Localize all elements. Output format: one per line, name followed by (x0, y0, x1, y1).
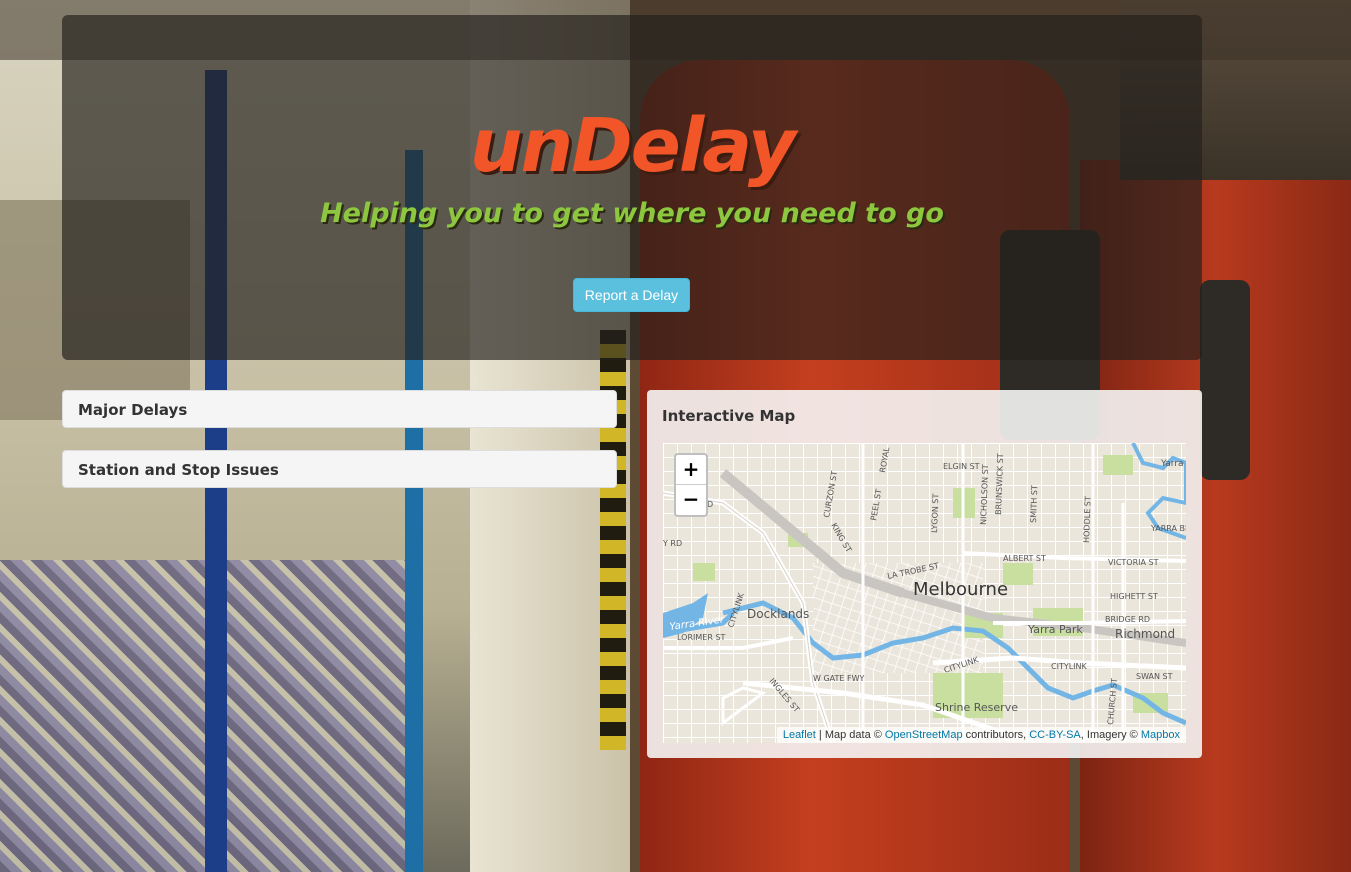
svg-text:VICTORIA ST: VICTORIA ST (1108, 558, 1159, 567)
map-title: Interactive Map (662, 407, 796, 425)
svg-text:CITYLINK: CITYLINK (1051, 662, 1088, 671)
zoom-out-button[interactable]: − (676, 485, 706, 514)
svg-text:HODDLE ST: HODDLE ST (1082, 496, 1093, 543)
svg-text:Docklands: Docklands (747, 607, 809, 621)
map-canvas[interactable]: Melbourne Docklands Yarra Park Richmond … (663, 443, 1186, 743)
zoom-in-button[interactable]: + (676, 455, 706, 485)
map-attribution: Leaflet | Map data © OpenStreetMap contr… (776, 727, 1186, 743)
page-content: unDelay Helping you to get where you nee… (0, 0, 1351, 872)
svg-text:LYGON ST: LYGON ST (930, 493, 940, 533)
license-link[interactable]: CC-BY-SA (1029, 729, 1081, 741)
svg-text:Yarra: Yarra (1160, 459, 1184, 469)
leaflet-link[interactable]: Leaflet (783, 729, 816, 741)
mapbox-link[interactable]: Mapbox (1141, 729, 1180, 741)
svg-text:YARRA BLVD: YARRA BLVD (1150, 524, 1186, 533)
brand-title: unDelay (469, 103, 796, 189)
svg-text:Shrine Reserve: Shrine Reserve (935, 701, 1018, 714)
svg-text:W GATE FWY: W GATE FWY (813, 674, 865, 683)
svg-text:ELGIN ST: ELGIN ST (943, 462, 980, 471)
svg-text:BRIDGE RD: BRIDGE RD (1105, 615, 1150, 624)
major-delays-title: Major Delays (78, 401, 188, 419)
svg-text:LORIMER ST: LORIMER ST (677, 633, 726, 642)
zoom-control: + − (674, 453, 708, 517)
station-issues-panel[interactable]: Station and Stop Issues (62, 450, 617, 488)
tagline: Helping you to get where you need to go (320, 198, 944, 229)
svg-text:SWAN ST: SWAN ST (1136, 672, 1173, 681)
svg-text:HIGHETT ST: HIGHETT ST (1110, 592, 1158, 601)
svg-text:SMITH ST: SMITH ST (1029, 485, 1039, 523)
svg-text:Richmond: Richmond (1115, 627, 1175, 641)
report-delay-button[interactable]: Report a Delay (573, 278, 690, 312)
svg-text:Y RD: Y RD (663, 539, 682, 548)
map-tiles: Melbourne Docklands Yarra Park Richmond … (663, 443, 1186, 743)
svg-text:ALBERT ST: ALBERT ST (1003, 554, 1046, 563)
major-delays-panel[interactable]: Major Delays (62, 390, 617, 428)
svg-text:Yarra Park: Yarra Park (1027, 623, 1083, 636)
hero-jumbotron: unDelay Helping you to get where you nee… (62, 15, 1202, 360)
openstreetmap-link[interactable]: OpenStreetMap (885, 729, 963, 741)
station-issues-title: Station and Stop Issues (78, 461, 279, 479)
interactive-map-panel: Interactive Map Melbourne Docklands Yarr… (647, 390, 1202, 758)
map-city-label: Melbourne (913, 579, 1008, 600)
